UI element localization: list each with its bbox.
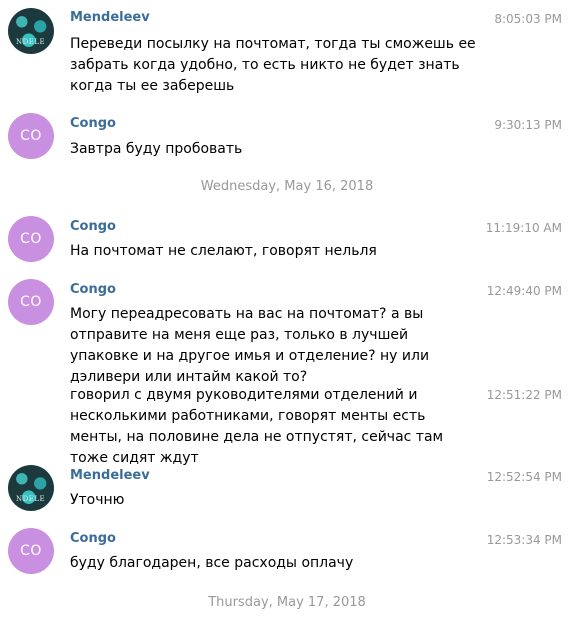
avatar[interactable]: NDELE bbox=[8, 8, 54, 54]
author-name[interactable]: Congo bbox=[70, 219, 116, 234]
message-text: На почтомат не слелают, говорят нельля bbox=[70, 243, 377, 259]
avatar[interactable]: CO bbox=[8, 216, 54, 262]
date-separator: Wednesday, May 16, 2018 bbox=[200, 179, 374, 194]
author-name[interactable]: Congo bbox=[70, 282, 116, 297]
timestamp: 12:51:22 PM bbox=[486, 388, 562, 402]
timestamp: 12:49:40 PM bbox=[486, 284, 562, 298]
message-text: говорил с двумя руководителями отделений… bbox=[70, 387, 444, 466]
author-name[interactable]: Congo bbox=[70, 116, 116, 131]
author-name[interactable]: Mendeleev bbox=[70, 468, 150, 483]
date-separator: Thursday, May 17, 2018 bbox=[208, 595, 366, 610]
avatar-mark: NDELE bbox=[16, 38, 46, 46]
message-text: буду благодарен, все расходы оплачу bbox=[70, 555, 354, 571]
message-text: Завтра буду пробовать bbox=[70, 141, 243, 157]
message-text: Уточню bbox=[70, 492, 125, 508]
message-text: Могу переадресовать на вас на почтомат? … bbox=[70, 306, 430, 385]
avatar[interactable]: NDELE bbox=[8, 465, 54, 511]
message-text: Переведи посылку на почтомат, тогда ты с… bbox=[70, 36, 476, 94]
avatar[interactable]: CO bbox=[8, 113, 54, 159]
timestamp: 8:05:03 PM bbox=[494, 12, 562, 26]
timestamp: 9:30:13 PM bbox=[494, 118, 562, 132]
avatar-mark: NDELE bbox=[16, 495, 46, 503]
timestamp: 12:53:34 PM bbox=[486, 533, 562, 547]
avatar[interactable]: CO bbox=[8, 279, 54, 325]
avatar[interactable]: CO bbox=[8, 528, 54, 574]
timestamp: 12:52:54 PM bbox=[486, 470, 562, 484]
timestamp: 11:19:10 AM bbox=[485, 221, 562, 235]
author-name[interactable]: Mendeleev bbox=[70, 10, 150, 25]
author-name[interactable]: Congo bbox=[70, 531, 116, 546]
